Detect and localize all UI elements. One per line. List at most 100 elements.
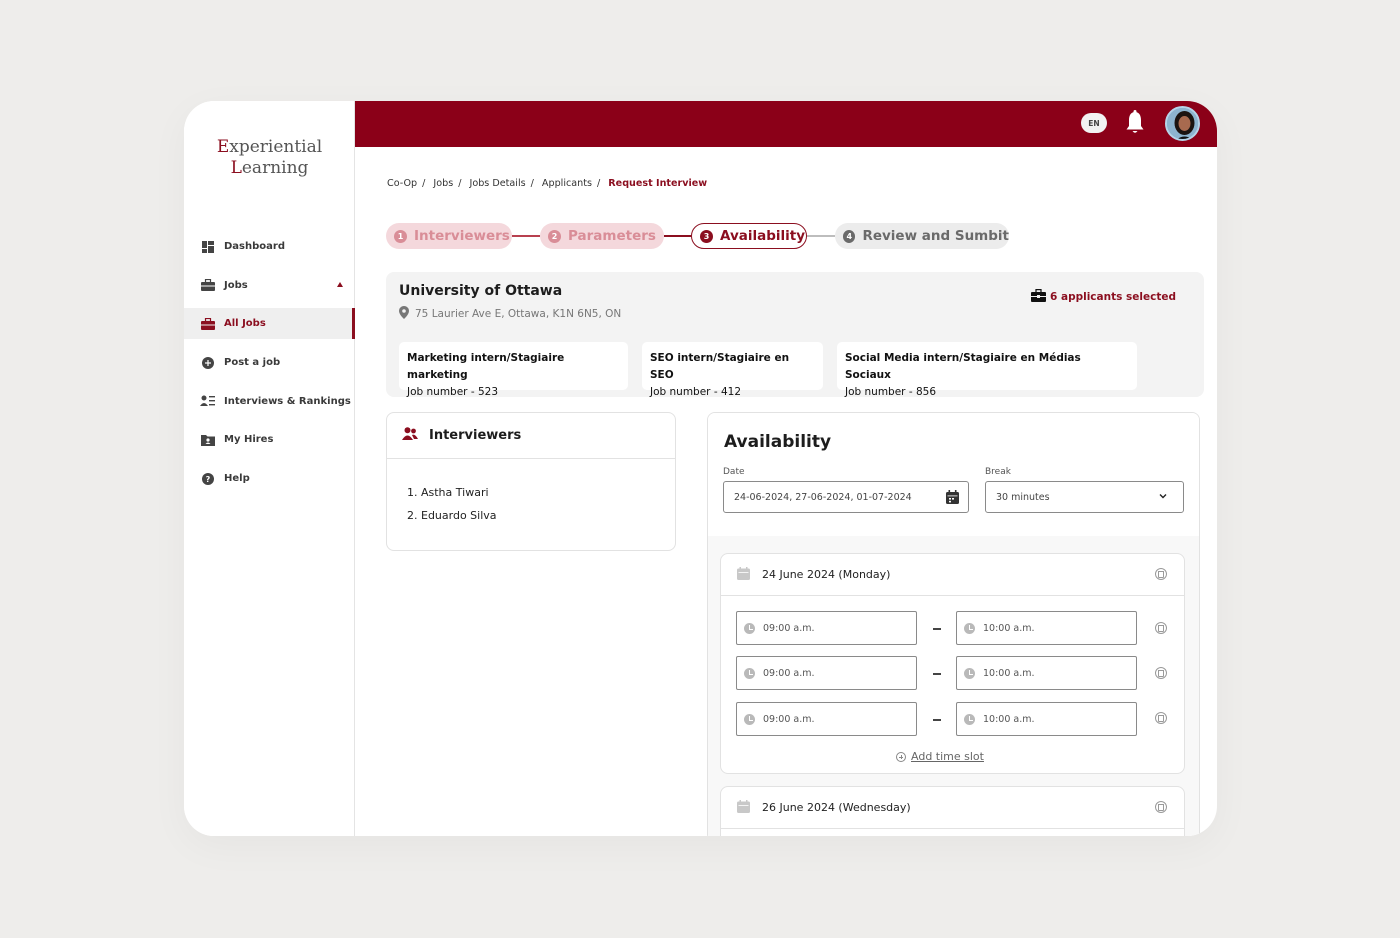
breadcrumb-item[interactable]: Jobs Details [470, 178, 526, 189]
breadcrumb-item[interactable]: Co-Op [387, 178, 417, 189]
interviewers-list: 1. Astha Tiwari 2. Eduardo Silva [387, 459, 675, 527]
chevron-up-icon[interactable] [337, 281, 343, 287]
end-time-field[interactable]: 10:00 a.m. [956, 611, 1137, 645]
breadcrumb-separator: / [422, 178, 426, 189]
logo[interactable]: Experiential Learning [184, 137, 355, 179]
start-time-field[interactable]: 09:00 a.m. [736, 611, 917, 645]
svg-text:?: ? [205, 475, 210, 484]
step-number: 4 [843, 229, 856, 243]
clock-icon [964, 668, 975, 679]
clock-icon [964, 623, 975, 634]
job-title: Marketing intern/Stagiaire marketing [407, 352, 565, 381]
job-chip[interactable]: Social Media intern/Stagiaire en Médias … [837, 342, 1137, 398]
sidebar-nav: Dashboard Jobs All Jobs Post a job Inter… [184, 231, 355, 502]
plus-icon [896, 751, 906, 762]
start-time-value: 09:00 a.m. [763, 667, 815, 679]
university-name: University of Ottawa [399, 283, 563, 299]
step-review-submit[interactable]: 4 Review and Sumbit [835, 223, 1009, 249]
step-number: 3 [700, 229, 713, 243]
logo-initial: E [216, 137, 230, 157]
interviewers-header: Interviewers [387, 413, 675, 459]
interviewers-card: Interviewers 1. Astha Tiwari 2. Eduardo … [386, 412, 676, 551]
breadcrumb-separator: / [530, 178, 534, 189]
calendar-icon [737, 799, 750, 816]
logo-text: xperiential [229, 137, 323, 157]
add-time-slot-button[interactable]: Add time slot [896, 750, 984, 763]
breadcrumb-item[interactable]: Jobs [433, 178, 453, 189]
date-value: 24-06-2024, 27-06-2024, 01-07-2024 [734, 491, 912, 503]
bell-icon[interactable] [1124, 109, 1146, 137]
briefcase-icon [200, 316, 215, 331]
breadcrumb: Co-Op / Jobs / Jobs Details / Applicants / R… [387, 178, 707, 189]
language-toggle[interactable]: EN [1081, 113, 1107, 133]
dashboard-icon [200, 239, 215, 254]
step-label: Interviewers [414, 228, 510, 244]
end-time-field[interactable]: 10:00 a.m. [956, 656, 1137, 690]
step-interviewers[interactable]: 1 Interviewers [386, 223, 512, 249]
sidebar-item-label: Help [224, 473, 250, 485]
start-time-field[interactable]: 09:00 a.m. [736, 702, 917, 736]
sidebar-item-all-jobs[interactable]: All Jobs [184, 308, 355, 340]
delete-slot-icon[interactable] [1155, 622, 1167, 634]
sidebar-item-label: My Hires [224, 434, 274, 446]
job-chip[interactable]: Marketing intern/Stagiaire marketing Job… [399, 342, 628, 398]
delete-day-icon[interactable] [1155, 568, 1167, 580]
plus-circle-icon [200, 355, 215, 370]
day-header: 24 June 2024 (Monday) [721, 554, 1184, 596]
sidebar-item-interviews-rankings[interactable]: Interviews & Rankings [184, 386, 355, 417]
address-text: 75 Laurier Ave E, Ottawa, K1N 6N5, ON [415, 308, 622, 320]
availability-days: 24 June 2024 (Monday) 09:00 a.m. 10:00 a… [708, 536, 1199, 836]
university-card: University of Ottawa 75 Laurier Ave E, O… [386, 272, 1204, 398]
sidebar-item-label: Post a job [224, 357, 281, 369]
avatar[interactable] [1165, 106, 1200, 141]
university-address: 75 Laurier Ave E, Ottawa, K1N 6N5, ON [399, 306, 621, 322]
job-number: Job number - 856 [845, 386, 937, 398]
sidebar-item-label: All Jobs [224, 318, 266, 330]
applicants-selected[interactable]: 6 applicants selected [1031, 289, 1176, 305]
sidebar-item-dashboard[interactable]: Dashboard [184, 231, 355, 262]
delete-day-icon[interactable] [1155, 801, 1167, 813]
break-label: Break [985, 467, 1011, 477]
sidebar-item-my-hires[interactable]: My Hires [184, 424, 355, 455]
day-label: 26 June 2024 (Wednesday) [762, 801, 911, 814]
folder-user-icon [200, 432, 215, 447]
date-label: Date [723, 467, 745, 477]
job-title: SEO intern/Stagiaire en SEO [650, 352, 790, 381]
end-time-value: 10:00 a.m. [983, 713, 1035, 725]
sidebar: Experiential Learning Dashboard Jobs All… [184, 101, 355, 836]
list-item: 2. Eduardo Silva [407, 509, 497, 522]
sidebar-item-post-job[interactable]: Post a job [184, 347, 355, 378]
step-connector [512, 235, 540, 237]
calendar-icon[interactable] [946, 490, 959, 507]
delete-slot-icon[interactable] [1155, 667, 1167, 679]
top-bar: EN [355, 101, 1217, 147]
range-dash [933, 628, 941, 630]
end-time-field[interactable]: 10:00 a.m. [956, 702, 1137, 736]
help-icon: ? [200, 471, 215, 486]
step-label: Availability [720, 228, 806, 244]
day-header: 26 June 2024 (Wednesday) [721, 787, 1184, 829]
break-value: 30 minutes [996, 491, 1050, 503]
start-time-field[interactable]: 09:00 a.m. [736, 656, 917, 690]
break-select[interactable]: 30 minutes [985, 481, 1184, 513]
users-icon [402, 427, 418, 444]
job-chip[interactable]: SEO intern/Stagiaire en SEO Job number -… [642, 342, 823, 398]
interviewers-title: Interviewers [429, 428, 522, 443]
logo-initial: L [230, 158, 242, 178]
sidebar-item-label: Dashboard [224, 241, 285, 252]
breadcrumb-item[interactable]: Applicants [542, 178, 592, 189]
sidebar-item-jobs[interactable]: Jobs [184, 270, 355, 301]
step-label: Review and Sumbit [862, 228, 1009, 244]
logo-text: earning [241, 158, 309, 178]
date-field[interactable]: 24-06-2024, 27-06-2024, 01-07-2024 [723, 481, 969, 513]
location-pin-icon [399, 306, 409, 322]
list-item: 1. Astha Tiwari [407, 486, 489, 499]
delete-slot-icon[interactable] [1155, 712, 1167, 724]
sidebar-item-help[interactable]: ? Help [184, 463, 355, 494]
add-time-slot-label: Add time slot [911, 750, 984, 763]
step-parameters[interactable]: 2 Parameters [540, 223, 664, 249]
range-dash [933, 673, 941, 675]
breadcrumb-separator: / [458, 178, 462, 189]
sidebar-item-label: Jobs [224, 279, 248, 291]
step-availability[interactable]: 3 Availability [691, 223, 807, 249]
